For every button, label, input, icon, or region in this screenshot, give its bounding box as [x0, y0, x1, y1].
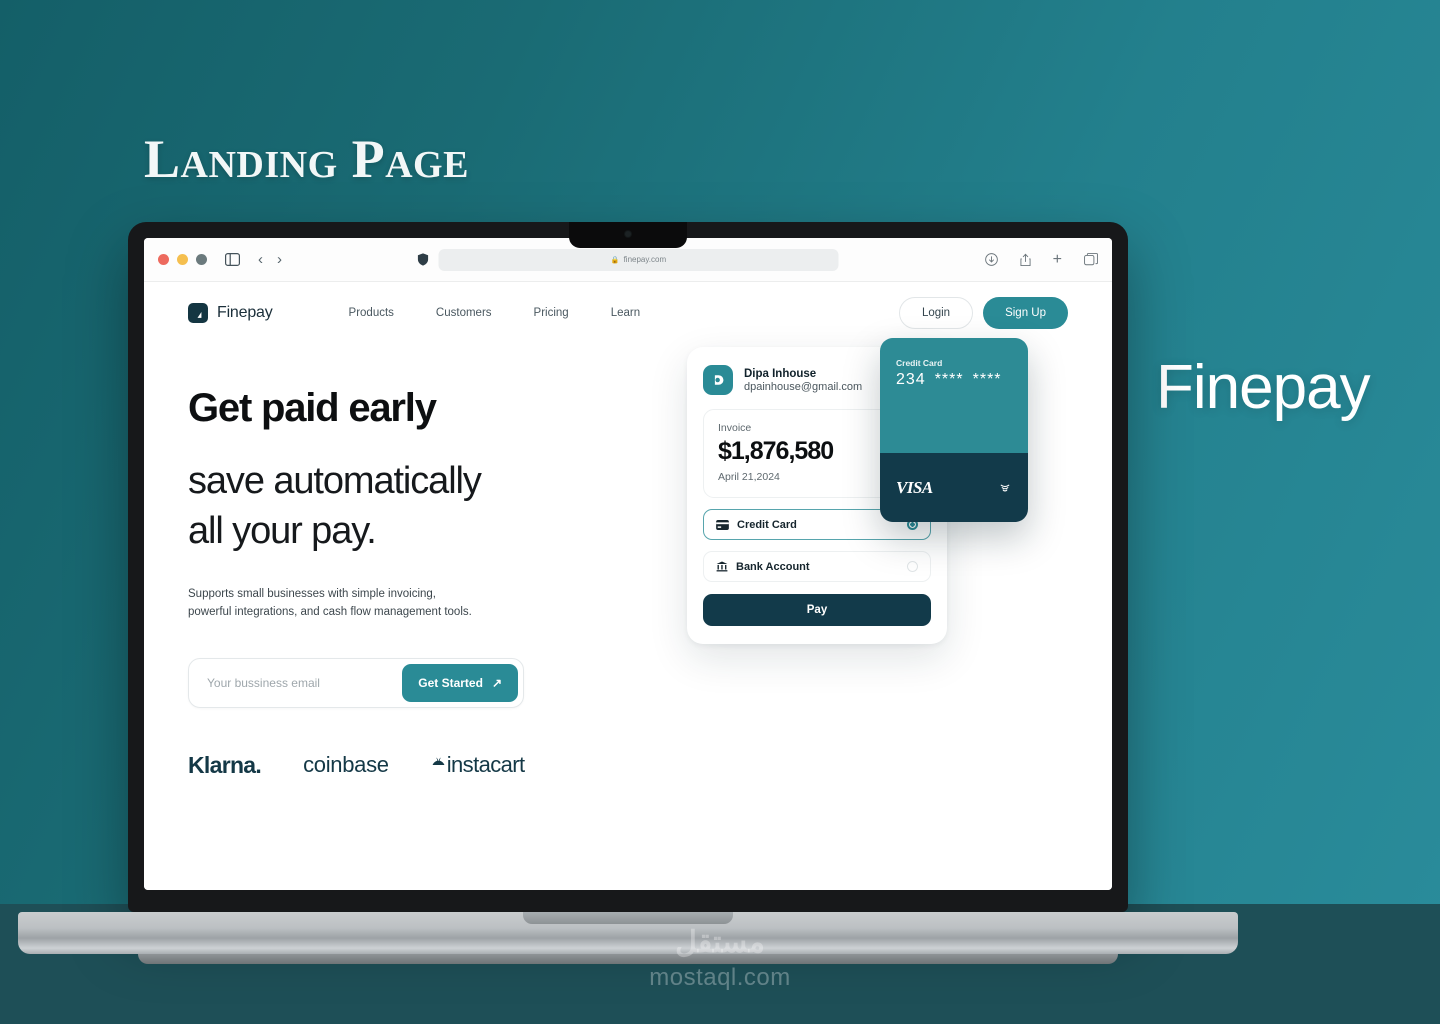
email-input[interactable] — [207, 675, 403, 690]
download-icon[interactable] — [984, 253, 998, 266]
camera-icon — [625, 231, 631, 237]
browser-right-icons[interactable]: + — [984, 251, 1098, 269]
email-signup-form[interactable]: Get Started ↗ — [188, 657, 524, 708]
partner-logos: Klarna. coinbase instacart — [188, 752, 618, 779]
credit-card-number: 234 **** **** — [896, 371, 1012, 389]
laptop-notch — [569, 222, 687, 248]
url-text: finepay.com — [623, 255, 667, 264]
hero-subtitle: Supports small businesses with simple in… — [188, 586, 618, 622]
partner-logo-coinbase: coinbase — [303, 752, 389, 778]
payer-email: dpainhouse@gmail.com — [744, 380, 863, 393]
page-title: Landing Page — [144, 129, 469, 189]
laptop-base-foot — [138, 954, 1118, 964]
instacart-carrot-icon — [431, 757, 446, 773]
brand-label-finepay: Finepay — [1156, 353, 1371, 422]
site-nav-links[interactable]: Products Customers Pricing Learn — [349, 307, 641, 319]
hero-subtitle-line2: powerful integrations, and cash flow man… — [188, 606, 472, 619]
radio-bank-account[interactable] — [907, 561, 918, 572]
forward-icon[interactable]: › — [277, 251, 282, 268]
window-traffic-lights[interactable] — [158, 254, 207, 265]
payment-method-bank-account-label: Bank Account — [736, 560, 810, 573]
hero-headline-light-line2: all your pay. — [188, 510, 377, 553]
nav-item-products[interactable]: Products — [349, 307, 394, 319]
signup-button[interactable]: Sign Up — [983, 297, 1068, 329]
nav-item-customers[interactable]: Customers — [436, 307, 492, 319]
maximize-window-button[interactable] — [196, 254, 207, 265]
credit-card-mask-2: **** — [972, 371, 1002, 388]
site-logo-text: Finepay — [217, 304, 273, 321]
payment-method-bank-account[interactable]: Bank Account — [703, 551, 931, 582]
get-started-button[interactable]: Get Started ↗ — [402, 663, 518, 702]
bank-icon — [716, 561, 728, 572]
laptop-screen: ‹ › 🔒 finepay.com + Finepay Products Cus… — [144, 238, 1112, 890]
address-bar[interactable]: 🔒 finepay.com — [438, 248, 839, 271]
credit-card-mask-1: **** — [934, 371, 964, 388]
tabs-icon[interactable] — [1084, 252, 1098, 267]
address-bar-zone[interactable]: 🔒 finepay.com — [417, 248, 839, 271]
payer-name: Dipa Inhouse — [744, 367, 817, 380]
hero-headline-bold: Get paid early — [188, 386, 437, 430]
website-content: Finepay Products Customers Pricing Learn… — [144, 282, 1112, 890]
hero-subtitle-line1: Supports small businesses with simple in… — [188, 588, 436, 601]
pay-button[interactable]: Pay — [703, 594, 931, 626]
avatar — [703, 365, 733, 395]
payment-method-credit-card-label: Credit Card — [737, 518, 797, 531]
login-button[interactable]: Login — [898, 297, 974, 329]
site-logo[interactable]: Finepay — [188, 303, 273, 323]
hero-headline-light: save automatically all your pay. — [188, 456, 618, 556]
visa-logo: VISA — [896, 477, 933, 497]
credit-card-bottom: VISA — [880, 453, 1028, 522]
nav-item-pricing[interactable]: Pricing — [534, 307, 569, 319]
nav-item-learn[interactable]: Learn — [611, 307, 640, 319]
minimize-window-button[interactable] — [177, 254, 188, 265]
site-nav-actions[interactable]: Login Sign Up — [898, 297, 1068, 329]
sidebar-icon[interactable] — [225, 253, 240, 266]
credit-card-top: Credit Card 234 **** **** — [880, 338, 1028, 453]
laptop-mockup: ‹ › 🔒 finepay.com + Finepay Products Cus… — [18, 222, 1238, 964]
new-tab-icon[interactable]: + — [1053, 251, 1062, 269]
laptop-lid: ‹ › 🔒 finepay.com + Finepay Products Cus… — [128, 222, 1128, 912]
contactless-icon — [998, 481, 1012, 495]
credit-card-label: Credit Card — [896, 358, 943, 368]
lock-icon: 🔒 — [610, 256, 620, 264]
payer-info: Dipa Inhouse dpainhouse@gmail.com — [744, 368, 862, 393]
hero-headline-light-line1: save automatically — [188, 460, 482, 502]
arrow-up-right-icon: ↗ — [491, 675, 502, 690]
partner-logo-instacart: instacart — [431, 752, 525, 778]
hero-section: Get paid early save automatically all yo… — [144, 338, 1112, 779]
partner-logo-klarna: Klarna. — [188, 751, 262, 778]
site-navbar: Finepay Products Customers Pricing Learn… — [144, 282, 1112, 344]
partner-logo-instacart-text: instacart — [446, 752, 525, 778]
credit-card-number-prefix: 234 — [896, 371, 926, 388]
share-icon[interactable] — [1020, 253, 1031, 267]
close-window-button[interactable] — [158, 254, 169, 265]
laptop-base-notch — [523, 912, 733, 924]
credit-card-icon — [716, 519, 729, 530]
finepay-logo-icon — [188, 303, 208, 323]
shield-icon[interactable] — [417, 253, 429, 266]
hero-left-column: Get paid early save automatically all yo… — [188, 386, 618, 779]
back-icon[interactable]: ‹ — [258, 251, 263, 268]
credit-card-visual: Credit Card 234 **** **** VISA — [880, 338, 1028, 522]
get-started-label: Get Started — [418, 675, 483, 690]
nav-arrows[interactable]: ‹ › — [258, 251, 282, 268]
